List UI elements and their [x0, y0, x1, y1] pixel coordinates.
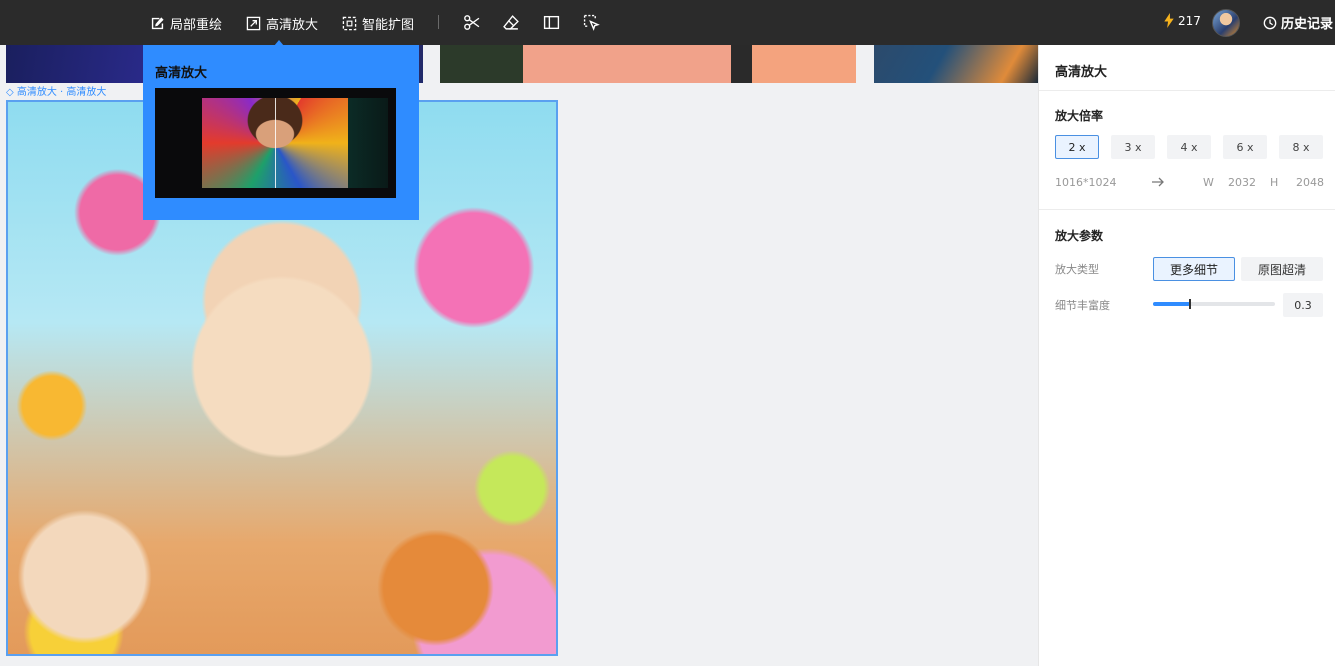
panel-title: 高清放大 — [1055, 65, 1108, 80]
upscale-type-label: 放大类型 — [1055, 263, 1099, 276]
scale-option-2x[interactable]: 2 x — [1055, 135, 1099, 159]
preview-side-panel — [348, 98, 388, 188]
scale-section-title: 放大倍率 — [1055, 109, 1104, 123]
popover-title: 高清放大 — [155, 66, 208, 81]
lightning-icon — [1164, 13, 1174, 28]
credits-value: 217 — [1178, 13, 1201, 28]
width-label: W — [1203, 176, 1214, 189]
thumbnail-image[interactable] — [874, 45, 1038, 83]
local-redraw-button[interactable]: 局部重绘 — [150, 13, 222, 33]
height-label: H — [1270, 176, 1279, 189]
height-value: 2048 — [1296, 176, 1324, 189]
history-label: 历史记录 — [1281, 17, 1334, 32]
history-button[interactable]: 历史记录 — [1263, 13, 1333, 32]
scale-option-8x[interactable]: 8 x — [1279, 135, 1323, 159]
eraser-icon[interactable] — [503, 14, 520, 31]
scale-option-3x[interactable]: 3 x — [1111, 135, 1155, 159]
hd-upscale-popover: 高清放大 — [143, 45, 419, 220]
clock-icon — [1263, 16, 1277, 29]
expand-icon — [246, 16, 261, 30]
scale-option-4x[interactable]: 4 x — [1167, 135, 1211, 159]
crop-expand-icon — [342, 16, 357, 30]
settings-panel: 高清放大 放大倍率 2 x 3 x 4 x 6 x 8 x 1016*1024 … — [1038, 45, 1335, 666]
edit-icon — [151, 16, 164, 29]
upscale-preview-image — [155, 88, 396, 198]
smart-expand-label: 智能扩图 — [362, 17, 415, 33]
breadcrumb: ◇ 高清放大 · 高清放大 — [6, 87, 107, 98]
toolbar-divider — [438, 15, 439, 29]
slider-handle[interactable] — [1189, 299, 1191, 309]
divider — [1039, 90, 1335, 91]
top-toolbar: 局部重绘 高清放大 智能扩图 217 历史记录 — [0, 0, 1335, 46]
type-original-hd-button[interactable]: 原图超清 — [1241, 257, 1323, 281]
width-value: 2032 — [1228, 176, 1256, 189]
select-cursor-icon[interactable] — [583, 14, 600, 31]
hd-upscale-label: 高清放大 — [266, 17, 319, 33]
detail-richness-slider[interactable] — [1153, 299, 1275, 309]
local-redraw-label: 局部重绘 — [170, 17, 223, 33]
thumbnail-image[interactable] — [440, 45, 856, 83]
scale-option-6x[interactable]: 6 x — [1223, 135, 1267, 159]
scissors-icon[interactable] — [463, 14, 480, 31]
hd-upscale-button[interactable]: 高清放大 — [246, 13, 319, 46]
detail-richness-value[interactable]: 0.3 — [1283, 293, 1323, 317]
detail-richness-label: 细节丰富度 — [1055, 299, 1110, 312]
slider-fill — [1153, 302, 1190, 306]
divider — [1039, 209, 1335, 210]
avatar[interactable] — [1212, 9, 1240, 37]
credits-counter: 217 — [1163, 13, 1201, 28]
params-section-title: 放大参数 — [1055, 229, 1104, 243]
preview-portrait — [202, 98, 348, 188]
split-view-icon[interactable] — [543, 14, 560, 31]
arrow-right-icon — [1152, 177, 1164, 187]
type-more-detail-button[interactable]: 更多细节 — [1153, 257, 1235, 281]
preview-compare-divider — [275, 98, 276, 188]
smart-expand-button[interactable]: 智能扩图 — [342, 13, 414, 33]
source-size: 1016*1024 — [1055, 176, 1117, 189]
